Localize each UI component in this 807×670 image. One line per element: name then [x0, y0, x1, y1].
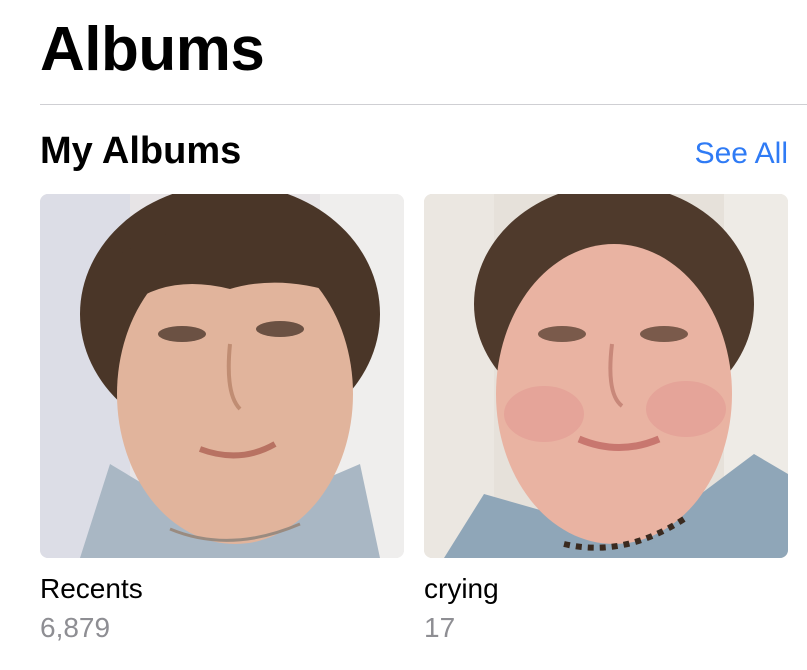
- album-count: 6,879: [40, 612, 111, 643]
- section-title-my-albums: My Albums: [40, 130, 242, 172]
- see-all-button[interactable]: See All: [695, 136, 788, 172]
- album-thumbnail-crying[interactable]: [424, 194, 788, 558]
- album-card-crying[interactable]: crying 17: [424, 194, 788, 644]
- album-count: 17: [424, 612, 456, 643]
- album-thumbnail-recents[interactable]: [40, 194, 404, 558]
- album-name: crying: [424, 573, 499, 604]
- selfie-photo-icon: [424, 194, 788, 558]
- albums-screen: Albums My Albums See All Recents 6,879 c…: [0, 0, 807, 670]
- header-divider: [40, 104, 807, 105]
- selfie-photo-icon: [40, 194, 404, 558]
- album-card-recents[interactable]: Recents 6,879: [40, 194, 404, 644]
- album-name: Recents: [40, 573, 143, 604]
- page-title: Albums: [40, 15, 265, 84]
